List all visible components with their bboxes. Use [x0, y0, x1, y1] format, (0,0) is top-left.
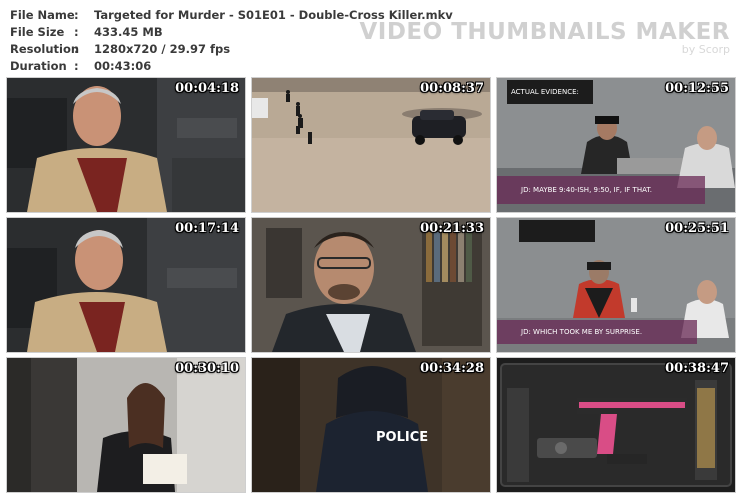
thumbnail-timestamp: 00:34:28: [420, 361, 484, 376]
duration-row: Duration : 00:43:06: [10, 58, 453, 75]
interview-man-image: [7, 78, 245, 212]
thumbnail-timestamp: 00:08:37: [420, 81, 484, 96]
thumbnail-2[interactable]: 00:08:37: [252, 78, 490, 212]
thumbnail-timestamp: 00:12:55: [665, 81, 729, 96]
thumbnail-timestamp: 00:30:10: [175, 361, 239, 376]
separator: :: [74, 59, 79, 73]
police-officer-image: [252, 358, 490, 492]
resolution-value: 1280x720 / 29.97 fps: [94, 42, 231, 56]
duration-value: 00:43:06: [94, 59, 152, 73]
sheet-header: File Name : Targeted for Murder - S01E01…: [0, 0, 742, 76]
thumbnail-timestamp: 00:21:33: [420, 221, 484, 236]
thumbnail-timestamp: 00:17:14: [175, 221, 239, 236]
separator: :: [74, 8, 79, 22]
interview-man-image: [7, 218, 245, 352]
thumbnail-8[interactable]: POLICE 00:34:28: [252, 358, 490, 492]
file-name-label: File Name: [10, 8, 75, 22]
pink-pistol-case-image: [497, 358, 735, 492]
thumbnail-6[interactable]: JD: WHICH TOOK ME BY SURPRISE. 00:25:51: [497, 218, 735, 352]
thumbnail-grid: 00:04:18 00:08:37 ACTUAL EVIDENCE: JD: M…: [0, 76, 742, 498]
watermark: VIDEO THUMBNAILS MAKER by Scorp: [359, 19, 730, 56]
watermark-title: VIDEO THUMBNAILS MAKER: [359, 19, 730, 45]
thumbnail-5[interactable]: 00:21:33: [252, 218, 490, 352]
separator: :: [74, 25, 79, 39]
resolution-label: Resolution: [10, 42, 80, 56]
subtitle-caption: JD: WHICH TOOK ME BY SURPRISE.: [521, 328, 643, 336]
police-badge-text: POLICE: [376, 430, 429, 445]
subtitle-caption: JD: MAYBE 9:40-ISH, 9:50, IF, IF THAT.: [521, 186, 652, 194]
file-size-label: File Size: [10, 25, 65, 39]
office-woman-image: [7, 358, 245, 492]
thumbnail-timestamp: 00:25:51: [665, 221, 729, 236]
thumbnail-7[interactable]: 00:30:10: [7, 358, 245, 492]
desert-scene-image: [252, 78, 490, 212]
thumbnail-3[interactable]: ACTUAL EVIDENCE: JD: MAYBE 9:40-ISH, 9:5…: [497, 78, 735, 212]
duration-label: Duration: [10, 59, 67, 73]
interview-bookshelf-image: [252, 218, 490, 352]
thumbnail-timestamp: 00:38:47: [665, 361, 729, 376]
thumbnail-9[interactable]: 00:38:47: [497, 358, 735, 492]
thumbnail-timestamp: 00:04:18: [175, 81, 239, 96]
thumbnail-4[interactable]: 00:17:14: [7, 218, 245, 352]
separator: :: [74, 42, 79, 56]
thumbnail-1[interactable]: 00:04:18: [7, 78, 245, 212]
evidence-caption: ACTUAL EVIDENCE:: [511, 88, 579, 96]
file-size-value: 433.45 MB: [94, 25, 163, 39]
